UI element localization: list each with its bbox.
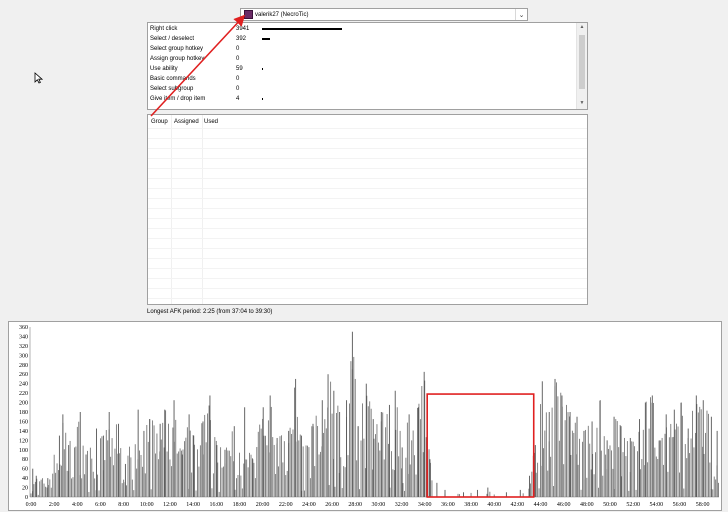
annotation-arrow bbox=[150, 14, 246, 117]
